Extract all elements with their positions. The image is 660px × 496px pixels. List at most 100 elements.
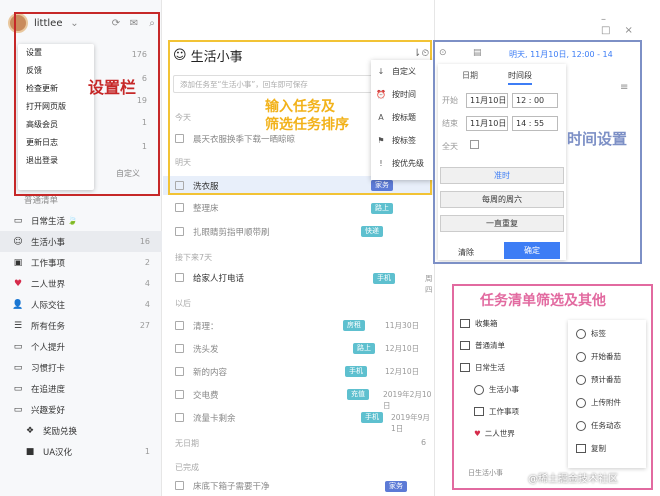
filter-common[interactable]: 普通清单: [460, 340, 505, 351]
sort-custom-icon: ↓: [377, 67, 385, 76]
sidebar-item-improve[interactable]: ▭ 个人提升: [0, 336, 162, 357]
leaf-icon: 🍃: [67, 215, 78, 226]
folder-icon: ▭: [13, 341, 23, 352]
sidebar-item-daily[interactable]: ▭ 日常生活 🍃: [0, 210, 162, 231]
action-label: 预计番茄: [591, 375, 621, 384]
task-tag[interactable]: 手机: [361, 412, 383, 423]
task-tag[interactable]: 路上: [353, 343, 375, 354]
filter-inbox[interactable]: 收集箱: [460, 318, 498, 329]
sidebar-item-count: 27: [139, 321, 150, 330]
filter-life[interactable]: 生活小事: [474, 384, 519, 395]
filter-label: 工作事项: [489, 407, 519, 416]
sidebar-item-progress[interactable]: ▭ 在追进度: [0, 378, 162, 399]
action-attach[interactable]: 上传附件: [576, 397, 621, 408]
folder-icon: [460, 363, 470, 372]
sidebar-item-label: 兴趣爱好: [31, 405, 66, 416]
checkbox[interactable]: [175, 390, 184, 399]
checkbox[interactable]: [175, 413, 184, 422]
sort-label: 自定义: [392, 67, 416, 76]
sidebar-item-social[interactable]: 👤 人际交往 4: [0, 294, 162, 315]
action-label: 复制: [591, 444, 606, 453]
sort-time[interactable]: ⏰ 按时间: [371, 83, 433, 106]
sort-label: 按时间: [392, 90, 416, 99]
section-done: 已完成: [175, 463, 199, 472]
sort-priority[interactable]: ! 按优先级: [371, 152, 433, 175]
tag-icon: ⚑: [377, 136, 385, 145]
title-icon: A: [378, 113, 384, 122]
action-start-pomo[interactable]: 开始番茄: [576, 351, 621, 362]
filter-work[interactable]: 工作事项: [474, 406, 519, 417]
checkbox[interactable]: [175, 227, 184, 236]
history-icon: [576, 420, 586, 431]
task-tag[interactable]: 家务: [385, 481, 407, 492]
filter-label: 二人世界: [484, 429, 515, 438]
sort-title[interactable]: A 按标题: [371, 106, 433, 129]
task-tag[interactable]: 充值: [347, 389, 369, 400]
sort-tag[interactable]: ⚑ 按标签: [371, 129, 433, 152]
checkbox[interactable]: [175, 344, 184, 353]
sidebar-item-label: 在追进度: [31, 384, 66, 395]
task-row[interactable]: 扎眼睛剪指甲顺带刷: [175, 222, 425, 241]
sidebar-item-label: 二人世界: [31, 279, 66, 290]
sidebar-item-all[interactable]: ☰ 所有任务 27: [0, 315, 162, 336]
checkbox[interactable]: [175, 273, 184, 282]
window-controls[interactable]: –□×: [601, 14, 660, 36]
time-annotation-box: [433, 40, 642, 264]
task-tag[interactable]: 房租: [343, 320, 365, 331]
folder-icon: ▭: [13, 362, 23, 373]
action-estimate-pomo[interactable]: 预计番茄: [576, 374, 621, 385]
filter-label: 生活小事: [489, 385, 519, 394]
action-activity[interactable]: 任务动态: [576, 420, 621, 431]
sidebar-item-work[interactable]: ▣ 工作事项 2: [0, 252, 162, 273]
gift-icon: ❖: [25, 425, 35, 436]
sort-label: 按优先级: [392, 159, 424, 168]
priority-icon: !: [379, 159, 383, 168]
task-date: 12月10日: [385, 344, 420, 353]
filter-daily[interactable]: 日常生活: [460, 362, 505, 373]
task-tag[interactable]: 快递: [361, 226, 383, 237]
sidebar-item-label: 所有任务: [31, 321, 66, 332]
settings-annotation-box: [14, 12, 160, 196]
smile-icon: ☺: [13, 236, 23, 247]
action-label: 上传附件: [591, 398, 621, 407]
sidebar-item-count: 2: [144, 258, 150, 267]
sidebar-item-habit[interactable]: ▭ 习惯打卡: [0, 357, 162, 378]
sidebar-item-reward[interactable]: ❖ 奖励兑换: [0, 420, 162, 441]
task-date: 周四: [425, 274, 433, 294]
checkbox[interactable]: [175, 481, 184, 490]
action-label: 开始番茄: [591, 352, 621, 361]
watermark: @稀土掘金技术社区: [528, 474, 618, 485]
sidebar-lists: ▭ 日常生活 🍃 ☺ 生活小事 16 ▣ 工作事项 2 ♥ 二人世界 4 👤 人际交往 4 ☰ 所有任…: [0, 194, 162, 462]
sidebar-item-life[interactable]: ☺ 生活小事 16: [0, 231, 162, 252]
task-tag[interactable]: 手机: [345, 366, 367, 377]
sidebar-item-count: 4: [144, 300, 150, 309]
task-title: 洗头发: [193, 344, 219, 355]
task-title: 新的内容: [193, 367, 228, 378]
task-row[interactable]: 流量卡剩余: [175, 408, 425, 427]
sidebar-item-ua[interactable]: ■ UA汉化 1: [0, 441, 162, 462]
calendar-icon: [474, 407, 484, 416]
inbox-icon: [460, 319, 470, 328]
task-tag[interactable]: 路上: [371, 203, 393, 214]
action-copy[interactable]: 复制: [576, 443, 606, 454]
sidebar-item-label: 生活小事: [31, 237, 66, 248]
task-title: 床底下箱子需要干净: [193, 481, 270, 492]
sidebar-item-label: 日常生活: [31, 216, 66, 227]
sort-custom[interactable]: ↓ 自定义: [371, 60, 433, 83]
task-tag[interactable]: 手机: [373, 273, 395, 284]
task-title: 扎眼睛剪指甲顺带刷: [193, 227, 270, 238]
sidebar-item-hobby[interactable]: ▭ 兴趣爱好: [0, 399, 162, 420]
checkbox[interactable]: [175, 367, 184, 376]
sidebar-item-label: 奖励兑换: [43, 426, 78, 437]
checkbox[interactable]: [175, 203, 184, 212]
sidebar-item-label: 工作事项: [31, 258, 66, 269]
task-date: 2019年9月1日: [391, 413, 430, 433]
list-filter-panel: 收集箱 普通清单 日常生活 生活小事 工作事项 ♥ 二人世界 标签 开始番茄 预计…: [456, 310, 649, 480]
action-tag[interactable]: 标签: [576, 328, 606, 339]
checkbox[interactable]: [175, 321, 184, 330]
sidebar-item-couple[interactable]: ♥ 二人世界 4: [0, 273, 162, 294]
filter-couple[interactable]: ♥ 二人世界: [474, 428, 515, 439]
clock-icon: ⏰: [376, 90, 386, 99]
paperclip-icon: [576, 397, 586, 408]
folder-icon: ▭: [13, 215, 23, 226]
